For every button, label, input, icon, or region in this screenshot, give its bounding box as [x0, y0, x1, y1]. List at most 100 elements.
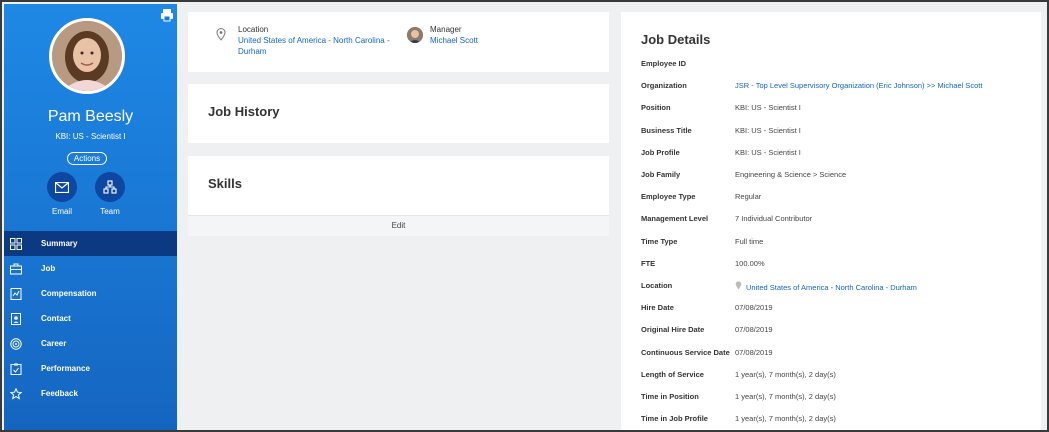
job-icon	[10, 263, 22, 275]
team-icon	[95, 172, 125, 202]
app-frame: Pam Beesly KBI: US - Scientist I Actions…	[0, 0, 1049, 432]
compensation-icon	[10, 287, 22, 300]
job-detail-label: Management Level	[641, 214, 709, 224]
job-detail-row: Length of Service 1 year(s), 7 month(s), …	[641, 370, 1041, 384]
nav-item-job[interactable]: Job	[4, 256, 177, 281]
job-detail-value: KBI: US - Scientist I	[735, 125, 801, 135]
print-icon[interactable]	[160, 8, 174, 22]
location-line-2: Durham	[238, 47, 267, 56]
job-detail-value: Regular	[735, 192, 762, 202]
job-detail-link-text: United States of America - North Carolin…	[746, 283, 917, 292]
location-line-1: United States of America - North Carolin…	[238, 36, 390, 45]
job-detail-label: Time Type	[641, 236, 678, 246]
email-label: Email	[51, 207, 72, 216]
job-detail-row: Employee Type Regular	[641, 192, 1041, 206]
nav-item-label: Job	[41, 264, 56, 273]
location-pin-icon	[216, 28, 226, 46]
nav-item-label: Summary	[41, 239, 78, 248]
job-detail-row: Location United States of America - North…	[641, 281, 1041, 295]
job-detail-label: Business Title	[641, 125, 692, 135]
nav-item-label: Career	[41, 339, 67, 348]
job-detail-value: KBI: US - Scientist I	[735, 103, 801, 113]
nav-item-label: Contact	[41, 314, 71, 323]
profile-nav: Summary Job Compensation Contact Career …	[4, 231, 177, 406]
job-detail-label: Position	[641, 103, 671, 113]
nav-item-performance[interactable]: Performance	[4, 356, 177, 381]
location-manager-card: Location United States of America - Nort…	[188, 12, 609, 72]
job-detail-row: Original Hire Date 07/08/2019	[641, 325, 1041, 339]
location-pin-icon	[735, 281, 742, 292]
avatar[interactable]	[49, 18, 125, 94]
job-detail-label: Continuous Service Date	[641, 347, 730, 357]
job-detail-value: 7 Individual Contributor	[735, 214, 813, 224]
location-link[interactable]: United States of America - North Carolin…	[238, 36, 390, 56]
nav-item-label: Performance	[41, 364, 90, 373]
job-detail-row: FTE 100.00%	[641, 259, 1041, 273]
actions-button[interactable]: Actions	[67, 152, 107, 165]
job-detail-value: 07/08/2019	[735, 303, 773, 313]
nav-item-career[interactable]: Career	[4, 331, 177, 356]
job-detail-label: Hire Date	[641, 303, 674, 313]
job-detail-row: Job Family Engineering & Science > Scienc…	[641, 170, 1041, 184]
job-detail-row: Time in Job Profile 1 year(s), 7 month(s)…	[641, 414, 1041, 428]
team-label: Team	[100, 207, 120, 216]
job-detail-value: KBI: US - Scientist I	[735, 147, 801, 157]
job-detail-row: Continuous Service Date 07/08/2019	[641, 348, 1041, 362]
nav-item-label: Feedback	[41, 389, 78, 398]
job-details-card: Job Details Employee ID Organization JSR -…	[621, 12, 1041, 430]
skills-title: Skills	[208, 176, 242, 191]
job-details-title: Job Details	[641, 32, 711, 47]
job-detail-row: Position KBI: US - Scientist I	[641, 103, 1041, 117]
email-button[interactable]: Email	[42, 172, 82, 216]
career-icon	[10, 337, 22, 350]
manager-label: Manager	[430, 25, 462, 34]
job-detail-row: Hire Date 07/08/2019	[641, 303, 1041, 317]
job-detail-value: 1 year(s), 7 month(s), 2 day(s)	[735, 414, 836, 424]
manager-avatar[interactable]	[407, 27, 423, 43]
job-detail-row: Management Level 7 Individual Contributor	[641, 214, 1041, 228]
skills-card: Skills Edit	[188, 156, 609, 236]
job-detail-label: Time in Position	[641, 392, 699, 401]
job-detail-value: Engineering & Science > Science	[735, 170, 847, 179]
job-detail-value: 07/08/2019	[735, 347, 773, 357]
job-detail-label: Job Profile	[641, 147, 680, 157]
performance-icon	[10, 363, 22, 375]
nav-item-feedback[interactable]: Feedback	[4, 381, 177, 406]
job-detail-label: Time in Job Profile	[641, 414, 708, 424]
job-detail-value: Full time	[735, 236, 764, 246]
job-detail-label: Organization	[641, 81, 687, 91]
star-icon	[10, 387, 22, 400]
nav-item-label: Compensation	[41, 289, 97, 298]
job-detail-value: 07/08/2019	[735, 325, 773, 335]
team-button[interactable]: Team	[90, 172, 130, 216]
job-detail-value: 1 year(s), 7 month(s), 2 day(s)	[735, 392, 836, 401]
job-detail-row: Organization JSR - Top Level Supervisory …	[641, 81, 1041, 95]
job-detail-label: Employee ID	[641, 59, 687, 68]
job-detail-row: Time in Position 1 year(s), 7 month(s), 2…	[641, 392, 1041, 406]
job-detail-link[interactable]: United States of America - North Carolin…	[735, 281, 917, 292]
summary-icon	[10, 237, 22, 250]
profile-name: Pam Beesly	[47, 108, 134, 125]
job-detail-value: 100.00%	[735, 258, 765, 268]
nav-item-contact[interactable]: Contact	[4, 306, 177, 331]
job-detail-link[interactable]: JSR - Top Level Supervisory Organization…	[735, 81, 982, 90]
nav-item-summary[interactable]: Summary	[4, 231, 177, 256]
job-detail-label: Job Family	[641, 170, 681, 179]
job-detail-label: Employee Type	[641, 192, 696, 202]
job-detail-row: Time Type Full time	[641, 237, 1041, 251]
job-history-title: Job History	[208, 104, 280, 119]
job-detail-value: 1 year(s), 7 month(s), 2 day(s)	[735, 369, 836, 379]
profile-title: KBI: US - Scientist I	[55, 132, 126, 141]
job-detail-label: FTE	[641, 258, 656, 268]
job-detail-label: Length of Service	[641, 369, 704, 379]
manager-link[interactable]: Michael Scott	[430, 36, 478, 45]
contact-icon	[10, 312, 22, 325]
skills-edit-button[interactable]: Edit	[188, 215, 609, 236]
location-label: Location	[238, 25, 269, 34]
job-detail-label: Location	[641, 281, 673, 290]
profile-sidebar: Pam Beesly KBI: US - Scientist I Actions…	[4, 4, 177, 430]
job-history-card: Job History	[188, 84, 609, 143]
job-detail-row: Job Profile KBI: US - Scientist I	[641, 148, 1041, 162]
job-detail-row: Business Title KBI: US - Scientist I	[641, 126, 1041, 140]
nav-item-compensation[interactable]: Compensation	[4, 281, 177, 306]
